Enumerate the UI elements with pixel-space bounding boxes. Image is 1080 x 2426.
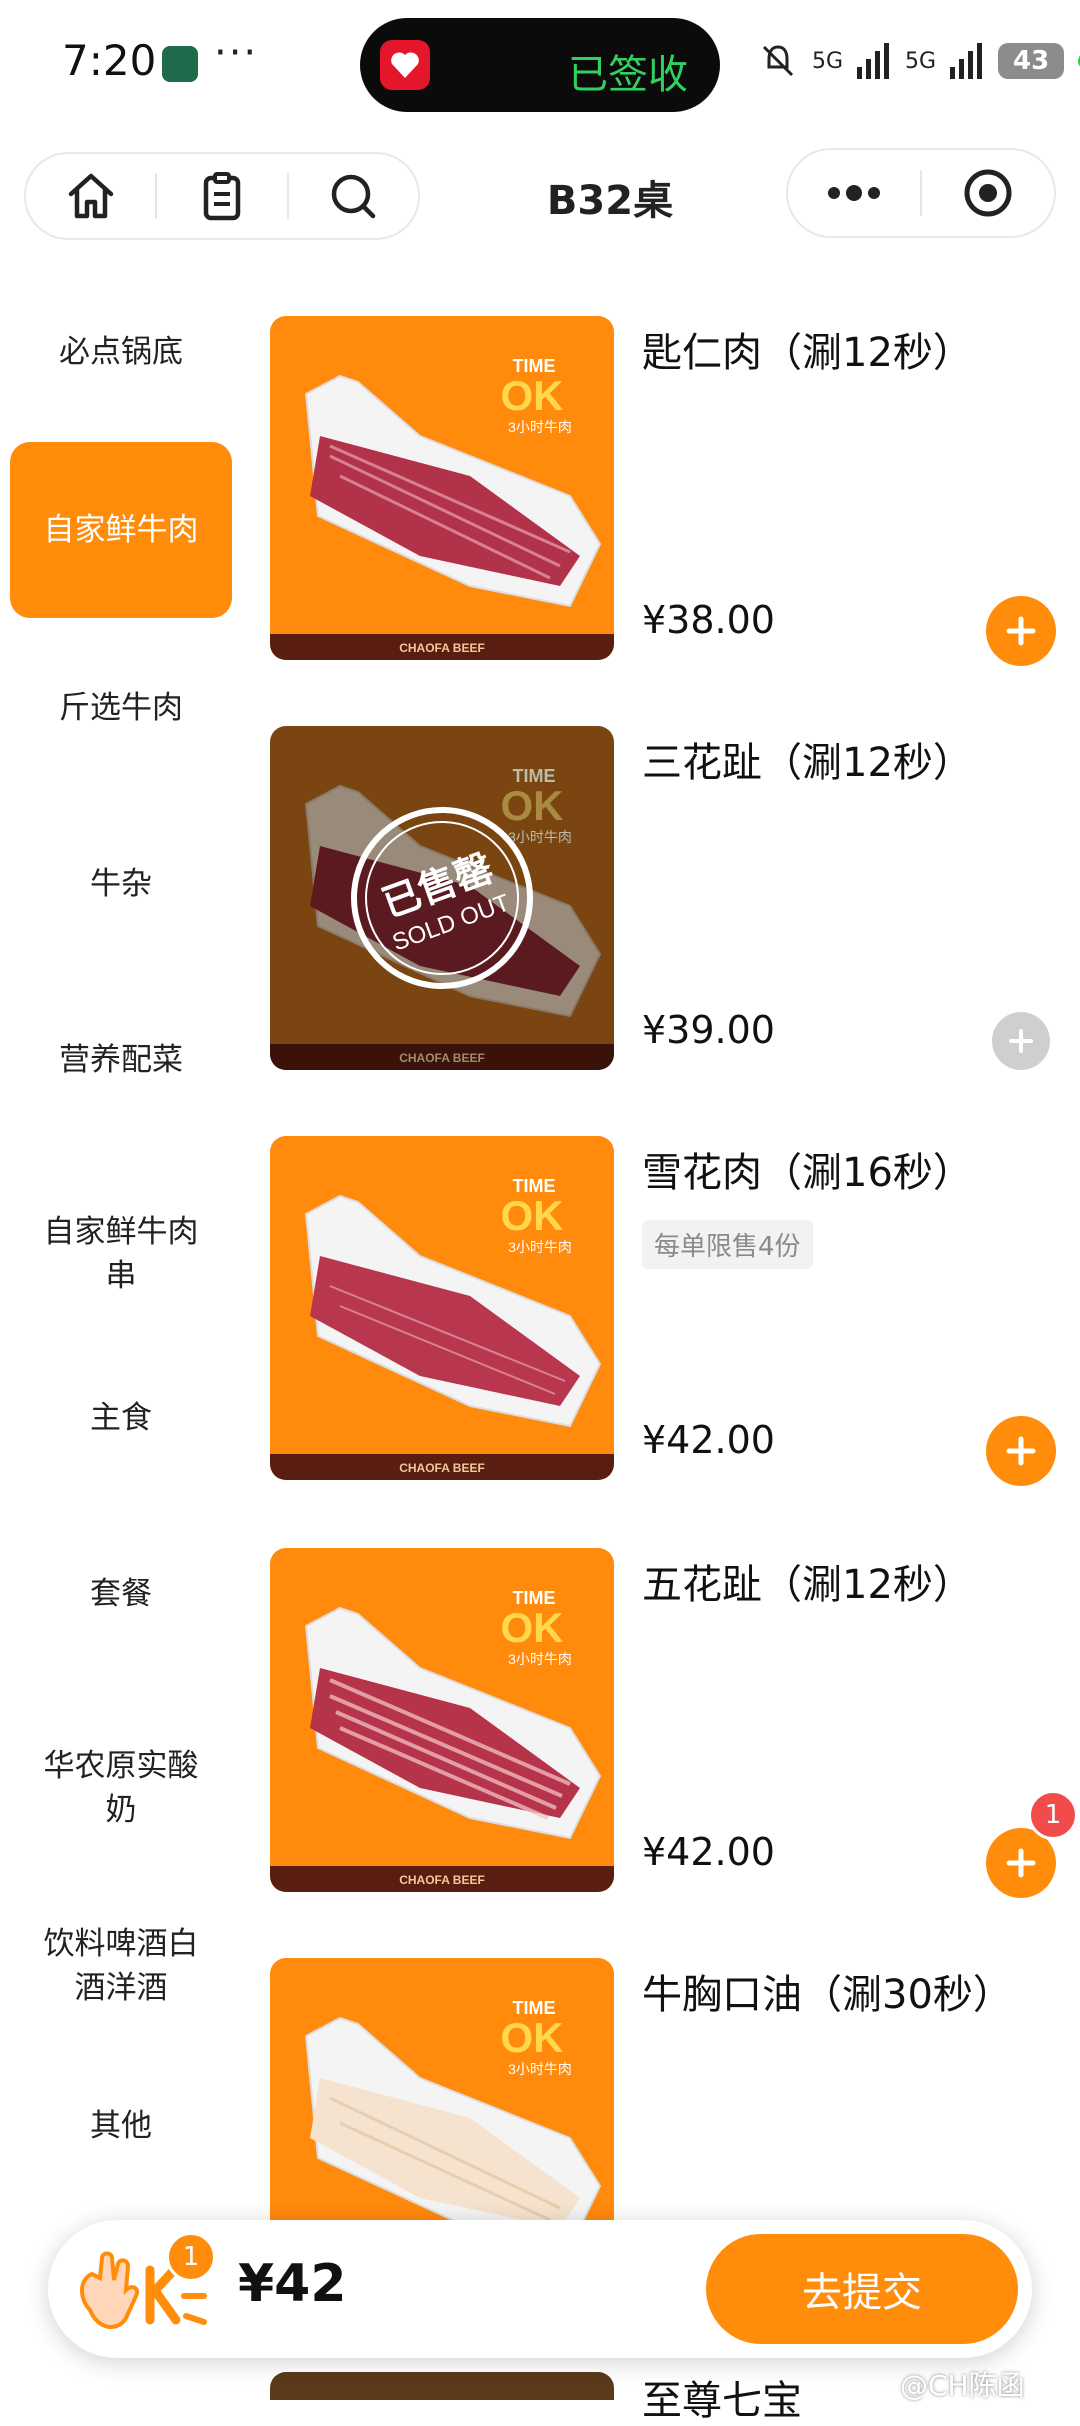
nav-left-capsule bbox=[24, 152, 420, 240]
cart-total: ¥42 bbox=[238, 2254, 347, 2314]
add-to-cart-button[interactable] bbox=[986, 1416, 1056, 1486]
overflow-indicator: ··· bbox=[214, 30, 259, 76]
sidebar-item-staple[interactable]: 主食 bbox=[10, 1366, 232, 1470]
sidebar-item-offal[interactable]: 牛杂 bbox=[10, 832, 232, 936]
clock: 7:20 bbox=[62, 36, 157, 85]
cart-button[interactable]: 1 bbox=[70, 2232, 220, 2340]
product-card[interactable]: CHAOFA BEEF TIME OK 3小时牛肉 雪花肉（涮16秒） 每单限售… bbox=[270, 1136, 1060, 1486]
sidebar-item-label: 斤选牛肉 bbox=[59, 690, 183, 726]
brand-ok: OK bbox=[501, 1192, 564, 1239]
dynamic-island[interactable]: 已签收 bbox=[360, 18, 720, 112]
cart-bar: 1 ¥42 去提交 bbox=[48, 2220, 1032, 2358]
signal-bars-icon bbox=[950, 43, 983, 79]
sidebar-item-label: 套餐 bbox=[90, 1576, 152, 1612]
mute-bell-icon bbox=[762, 45, 794, 77]
plus-icon bbox=[1009, 1029, 1033, 1053]
product-image: CHAOFA BEEF TIME OK 3小时牛肉 bbox=[270, 1136, 614, 1480]
app-notification-icon bbox=[162, 46, 198, 82]
plus-icon bbox=[1006, 1436, 1036, 1466]
sidebar-item-set-meal[interactable]: 套餐 bbox=[10, 1542, 232, 1646]
purchase-limit-tag: 每单限售4份 bbox=[642, 1220, 813, 1269]
status-bar: 7:20 ··· 已签收 5G 5G 43 bbox=[0, 0, 1080, 130]
product-name: 雪花肉（涮16秒） bbox=[642, 1150, 973, 1196]
product-image-partial bbox=[270, 2372, 614, 2400]
sidebar-item-select-beef[interactable]: 斤选牛肉 bbox=[10, 656, 232, 760]
brand-ok: OK bbox=[501, 782, 564, 829]
brand-ok: OK bbox=[501, 2014, 564, 2061]
product-price: ¥38.00 bbox=[642, 598, 775, 642]
product-name: 五花趾（涮12秒） bbox=[642, 1562, 973, 1608]
close-miniapp-button[interactable] bbox=[922, 150, 1054, 236]
brand-sub: 3小时牛肉 bbox=[508, 1239, 572, 1255]
item-quantity-badge: 1 bbox=[1028, 1790, 1078, 1840]
sidebar-item-beef-skewers[interactable]: 自家鲜牛肉串 bbox=[10, 1184, 232, 1324]
more-icon bbox=[828, 185, 880, 201]
tray-caption: CHAOFA BEEF bbox=[399, 1461, 485, 1475]
miniapp-capsule bbox=[786, 148, 1056, 238]
order-list-icon bbox=[203, 172, 241, 221]
sidebar-item-label: 营养配菜 bbox=[59, 1042, 183, 1078]
system-indicators: 5G 5G 43 bbox=[758, 36, 1080, 86]
tray-caption: CHAOFA BEEF bbox=[399, 1051, 485, 1065]
sidebar-item-label: 华农原实酸奶 bbox=[43, 1748, 199, 1828]
product-card[interactable]: CHAOFA BEEF TIME OK 3小时牛肉 已售罄 SOLD OUT 三… bbox=[270, 726, 1060, 1070]
signal-5g-1: 5G bbox=[812, 48, 844, 74]
order-list-button[interactable] bbox=[157, 154, 286, 238]
brand-sub: 3小时牛肉 bbox=[508, 1651, 572, 1667]
sidebar-item-vegetables[interactable]: 营养配菜 bbox=[10, 1008, 232, 1112]
sidebar-item-fresh-beef[interactable]: 自家鲜牛肉 bbox=[10, 442, 232, 618]
cart-count-badge: 1 bbox=[166, 2232, 216, 2282]
delivery-status: 已签收 bbox=[568, 52, 688, 98]
product-price: ¥42.00 bbox=[642, 1418, 775, 1462]
home-button[interactable] bbox=[26, 154, 155, 238]
signal-5g-2: 5G bbox=[905, 48, 937, 74]
product-image: CHAOFA BEEF TIME OK 3小时牛肉 已售罄 SOLD OUT bbox=[270, 726, 614, 1070]
sidebar-item-other[interactable]: 其他 bbox=[10, 2074, 232, 2178]
sidebar-item-label: 必点锅底 bbox=[59, 334, 183, 370]
sidebar-item-label: 其他 bbox=[90, 2108, 152, 2144]
sidebar-item-label: 主食 bbox=[90, 1400, 152, 1436]
product-price: ¥39.00 bbox=[642, 1008, 775, 1052]
brand-sub: 3小时牛肉 bbox=[508, 2061, 572, 2077]
search-button[interactable] bbox=[289, 154, 418, 238]
product-name: 牛胸口油（涮30秒） bbox=[642, 1972, 1013, 2018]
delivery-app-icon bbox=[380, 40, 430, 90]
brand-sub: 3小时牛肉 bbox=[508, 419, 572, 435]
search-icon bbox=[332, 174, 376, 219]
add-to-cart-button-disabled bbox=[992, 1012, 1050, 1070]
submit-order-button[interactable]: 去提交 bbox=[706, 2234, 1018, 2344]
product-name-partial: 至尊七宝 bbox=[642, 2378, 802, 2424]
product-card[interactable]: CHAOFA BEEF TIME OK 3小时牛肉 五花趾（涮12秒） ¥42.… bbox=[270, 1548, 1078, 1898]
sidebar-item-label: 饮料啤酒白酒洋酒 bbox=[43, 1926, 199, 2006]
plus-icon bbox=[1006, 1848, 1036, 1878]
product-price: ¥42.00 bbox=[642, 1830, 775, 1874]
brand-ok: OK bbox=[501, 372, 564, 419]
sidebar-item-hotpot-base[interactable]: 必点锅底 bbox=[10, 300, 232, 404]
brand-ok: OK bbox=[501, 1604, 564, 1651]
more-button[interactable] bbox=[788, 150, 920, 236]
sidebar-item-label: 牛杂 bbox=[90, 866, 152, 902]
product-image: CHAOFA BEEF TIME OK 3小时牛肉 bbox=[270, 316, 614, 660]
sidebar-item-drinks[interactable]: 饮料啤酒白酒洋酒 bbox=[10, 1896, 232, 2036]
page-title: B32桌 bbox=[546, 178, 674, 224]
product-image: CHAOFA BEEF TIME OK 3小时牛肉 bbox=[270, 1548, 614, 1892]
sidebar-item-yogurt[interactable]: 华农原实酸奶 bbox=[10, 1718, 232, 1858]
product-card[interactable]: CHAOFA BEEF TIME OK 3小时牛肉 匙仁肉（涮12秒） ¥38.… bbox=[270, 316, 1060, 666]
product-name: 匙仁肉（涮12秒） bbox=[642, 330, 973, 376]
sidebar-item-label: 自家鲜牛肉 bbox=[43, 512, 199, 548]
signal-bars-icon bbox=[857, 43, 890, 79]
watermark: @CH陈函 bbox=[900, 2369, 1025, 2402]
battery-indicator: 43 bbox=[998, 43, 1065, 79]
product-name: 三花趾（涮12秒） bbox=[642, 740, 973, 786]
add-to-cart-button[interactable] bbox=[986, 596, 1056, 666]
plus-icon bbox=[1006, 616, 1036, 646]
tray-caption: CHAOFA BEEF bbox=[399, 1873, 485, 1887]
tray-caption: CHAOFA BEEF bbox=[399, 641, 485, 655]
sidebar-item-label: 自家鲜牛肉串 bbox=[43, 1214, 199, 1294]
home-icon bbox=[68, 173, 113, 219]
close-miniapp-icon bbox=[964, 169, 1012, 217]
brand-sub: 3小时牛肉 bbox=[508, 829, 572, 845]
